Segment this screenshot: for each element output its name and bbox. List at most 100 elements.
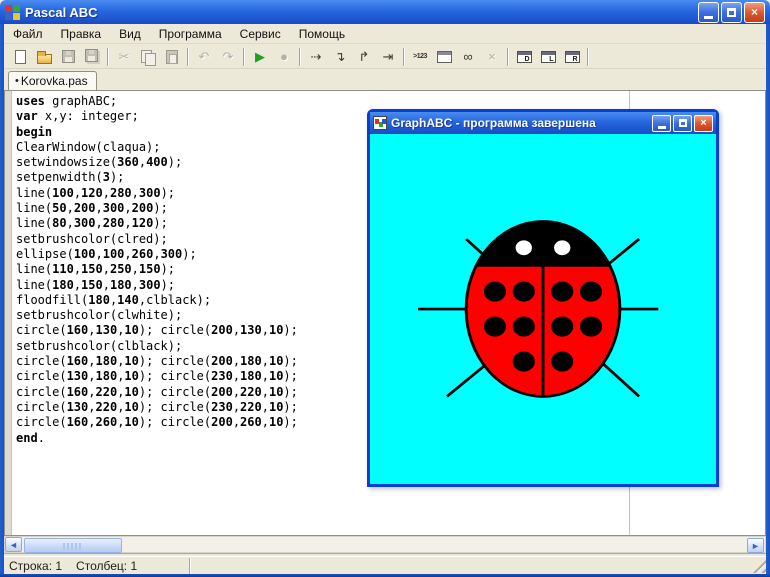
save-file-button[interactable] (57, 46, 79, 68)
clear-output-button[interactable]: × (481, 46, 503, 68)
maximize-icon (727, 8, 736, 17)
code-line: line(110,150,250,150); (16, 262, 298, 277)
code-line: line(100,120,280,300); (16, 186, 298, 201)
open-file-button[interactable] (33, 46, 55, 68)
resize-grip[interactable] (753, 560, 766, 573)
scroll-thumb[interactable] (24, 538, 122, 553)
menu-item-view[interactable]: Вид (110, 25, 150, 43)
horizontal-scrollbar[interactable]: ◄ ► (4, 536, 766, 553)
menu-item-file[interactable]: Файл (4, 25, 52, 43)
toolbar-separator (587, 48, 589, 66)
minimize-icon (704, 16, 713, 19)
code-line: begin (16, 125, 298, 140)
ladybug-svg (370, 134, 716, 484)
dock-down-icon: D (517, 51, 532, 63)
clear-output-icon: × (488, 50, 496, 63)
code-line: setbrushcolor(clwhite); (16, 308, 298, 323)
watch-button[interactable]: ∞ (457, 46, 479, 68)
stop-icon: ● (280, 50, 288, 63)
close-button[interactable]: × (744, 2, 765, 23)
run-icon: ▶ (255, 50, 265, 63)
watch-icon: ∞ (463, 50, 472, 63)
toolbar-separator (107, 48, 109, 66)
scroll-left-button[interactable]: ◄ (5, 537, 22, 552)
code-line: line(180,150,180,300); (16, 278, 298, 293)
dock-right-button[interactable]: R (561, 46, 583, 68)
dock-right-icon: R (565, 51, 580, 63)
tab-label: Korovka.pas (21, 74, 88, 88)
code-line: var x,y: integer; (16, 109, 298, 124)
maximize-button[interactable] (721, 2, 742, 23)
code-area: uses graphABC;var x,y: integer;beginClea… (16, 94, 298, 446)
tab-bar: • Korovka.pas (4, 69, 766, 90)
code-line: circle(160,180,10); circle(200,180,10); (16, 354, 298, 369)
dock-down-button[interactable]: D (513, 46, 535, 68)
code-line: line(80,300,280,120); (16, 216, 298, 231)
tab-modified-dot: • (15, 75, 19, 87)
code-line: setwindowsize(360,400); (16, 155, 298, 170)
code-line: end. (16, 431, 298, 446)
graphabc-maximize-button[interactable] (673, 115, 692, 132)
code-line: circle(160,220,10); circle(200,220,10); (16, 385, 298, 400)
step-out-icon: ↱ (359, 50, 370, 63)
step-out-button[interactable]: ↱ (353, 46, 375, 68)
window-border-right (766, 22, 770, 577)
graphabc-minimize-icon (658, 126, 666, 129)
toolbar-separator (507, 48, 509, 66)
graphabc-icon (373, 116, 387, 130)
copy-icon (141, 50, 155, 64)
output-window-button[interactable] (433, 46, 455, 68)
menu-bar: ФайлПравкаВидПрограммаСервисПомощь (4, 24, 766, 44)
menu-item-edit[interactable]: Правка (52, 25, 111, 43)
step-over-button[interactable]: ⇢ (305, 46, 327, 68)
copy-button[interactable] (137, 46, 159, 68)
pascal-abc-window: Pascal ABC × ФайлПравкаВидПрограммаСерви… (0, 0, 770, 577)
status-line: Строка: 1 (9, 559, 62, 573)
cut-button[interactable]: ✂ (113, 46, 135, 68)
menu-item-help[interactable]: Помощь (290, 25, 354, 43)
redo-icon: ↷ (223, 50, 234, 63)
toolbar-separator (403, 48, 405, 66)
step-over-icon: ⇢ (311, 50, 322, 63)
menu-item-service[interactable]: Сервис (231, 25, 290, 43)
code-line: circle(130,180,10); circle(230,180,10); (16, 369, 298, 384)
title-bar[interactable]: Pascal ABC × (0, 0, 770, 24)
graphabc-title-bar[interactable]: GraphABC - программа завершена × (370, 112, 716, 134)
run-button[interactable]: ▶ (249, 46, 271, 68)
status-panel-position: Строка: 1 Столбец: 1 (4, 558, 190, 574)
new-file-button[interactable] (9, 46, 31, 68)
console-button[interactable]: >123 (409, 46, 431, 68)
paste-icon (166, 50, 178, 64)
undo-button[interactable]: ↶ (193, 46, 215, 68)
undo-icon: ↶ (199, 50, 210, 63)
graphabc-close-icon: × (700, 118, 706, 129)
toolbar-separator (243, 48, 245, 66)
run-to-cursor-icon: ⇥ (383, 50, 394, 63)
graphabc-title: GraphABC - программа завершена (391, 116, 650, 130)
graphabc-minimize-button[interactable] (652, 115, 671, 132)
stop-button[interactable]: ● (273, 46, 295, 68)
menu-item-program[interactable]: Программа (150, 25, 231, 43)
code-line: floodfill(180,140,clblack); (16, 293, 298, 308)
graphabc-close-button[interactable]: × (694, 115, 713, 132)
paste-button[interactable] (161, 46, 183, 68)
save-file-icon (62, 50, 75, 63)
status-column: Столбец: 1 (76, 559, 137, 573)
window-border-left (0, 22, 4, 577)
minimize-button[interactable] (698, 2, 719, 23)
app-title: Pascal ABC (25, 5, 696, 20)
graphabc-canvas (370, 134, 716, 484)
new-file-icon (15, 50, 26, 64)
console-icon: >123 (413, 53, 427, 60)
redo-button[interactable]: ↷ (217, 46, 239, 68)
dock-left-button[interactable]: L (537, 46, 559, 68)
editor-gutter (5, 91, 12, 535)
cut-icon: ✂ (119, 50, 130, 63)
scroll-right-button[interactable]: ► (747, 538, 764, 553)
step-into-button[interactable]: ↴ (329, 46, 351, 68)
run-to-cursor-button[interactable]: ⇥ (377, 46, 399, 68)
save-all-button[interactable] (81, 46, 103, 68)
tab-korovka[interactable]: • Korovka.pas (8, 71, 97, 90)
step-into-icon: ↴ (335, 50, 346, 63)
status-bar: Строка: 1 Столбец: 1 (4, 556, 766, 574)
